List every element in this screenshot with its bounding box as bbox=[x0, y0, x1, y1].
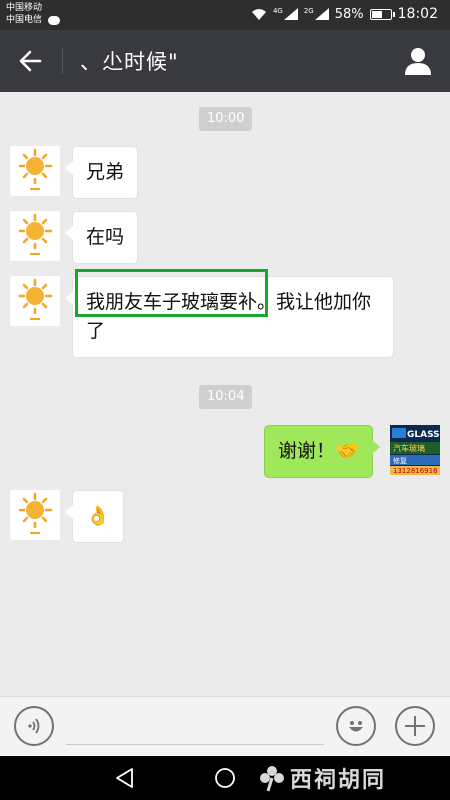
message-bubble[interactable]: 👌 bbox=[65, 490, 124, 543]
emoji-icon bbox=[349, 721, 363, 732]
timestamp: 10:00 bbox=[199, 107, 253, 131]
emoji-button[interactable] bbox=[336, 706, 376, 746]
message-text: 兄弟 bbox=[86, 161, 125, 183]
watermark-text: 西祠胡同 bbox=[290, 768, 387, 793]
carrier-1: 中国移动 bbox=[6, 3, 43, 13]
nav-home-button[interactable] bbox=[213, 766, 237, 790]
back-button[interactable] bbox=[10, 42, 50, 80]
contact-avatar[interactable] bbox=[10, 146, 60, 196]
sent-message-bubble[interactable]: 谢谢！🤝 bbox=[264, 425, 380, 478]
nav-back-button[interactable] bbox=[113, 766, 137, 790]
message-text: 谢谢！🤝 bbox=[278, 440, 359, 462]
highlight-annotation bbox=[75, 269, 268, 317]
flower-logo-icon bbox=[260, 766, 284, 792]
wechat-notification-icon bbox=[48, 15, 61, 25]
header-divider bbox=[62, 48, 63, 74]
battery-percent: 58% bbox=[334, 6, 364, 22]
wifi-icon bbox=[251, 8, 266, 20]
contact-avatar[interactable] bbox=[10, 211, 60, 261]
sun-avatar-icon bbox=[18, 148, 53, 190]
svg-text:汽车玻璃: 汽车玻璃 bbox=[393, 443, 425, 453]
sun-avatar-icon bbox=[18, 213, 53, 255]
message-input[interactable] bbox=[66, 705, 324, 745]
battery-level bbox=[371, 10, 382, 18]
message-bubble[interactable]: 在吗 bbox=[64, 211, 139, 264]
circle-home-icon bbox=[215, 768, 235, 788]
chat-title: 、尐时候" bbox=[80, 50, 179, 74]
sun-avatar-icon bbox=[18, 278, 53, 320]
clock: 18:02 bbox=[397, 6, 438, 22]
signal-2-icon: 2G bbox=[303, 7, 329, 20]
chat-header: 、尐时候" bbox=[0, 30, 450, 92]
signal-1-icon: 4G bbox=[272, 7, 298, 20]
arrow-left-icon bbox=[19, 50, 42, 72]
emoji-message: 👌 bbox=[86, 505, 110, 527]
my-avatar[interactable]: GLASS 汽车玻璃 修复 1312816916 bbox=[390, 425, 440, 475]
status-bar: 中国移动 中国电信 4G 2G 58% 18:02 bbox=[0, 0, 450, 30]
watermark: 西祠胡同 bbox=[258, 762, 386, 794]
contact-avatar[interactable] bbox=[10, 276, 60, 326]
contact-avatar[interactable] bbox=[10, 490, 60, 540]
svg-text:1312816916: 1312816916 bbox=[393, 467, 438, 475]
svg-text:GLASS: GLASS bbox=[407, 430, 440, 440]
voice-icon bbox=[28, 718, 40, 734]
net-type-1: 4G bbox=[272, 7, 283, 15]
chat-info-button[interactable] bbox=[402, 45, 434, 77]
sun-avatar-icon bbox=[18, 492, 53, 534]
carrier-info: 中国移动 中国电信 bbox=[6, 2, 61, 26]
timestamp: 10:04 bbox=[199, 385, 253, 409]
voice-button[interactable] bbox=[14, 706, 54, 746]
more-button[interactable] bbox=[395, 706, 435, 746]
input-bar bbox=[0, 696, 450, 756]
plus-icon bbox=[405, 716, 425, 736]
triangle-back-icon bbox=[116, 768, 133, 788]
person-icon bbox=[405, 48, 431, 75]
net-type-2: 2G bbox=[303, 7, 314, 15]
message-text: 在吗 bbox=[86, 226, 125, 248]
glass-logo-avatar: GLASS 汽车玻璃 修复 1312816916 bbox=[390, 425, 440, 475]
battery-icon bbox=[369, 8, 395, 20]
carrier-2: 中国电信 bbox=[6, 15, 43, 25]
svg-text:修复: 修复 bbox=[393, 456, 407, 465]
status-icons: 4G 2G 58% 18:02 bbox=[251, 6, 438, 22]
message-bubble[interactable]: 兄弟 bbox=[64, 146, 139, 199]
